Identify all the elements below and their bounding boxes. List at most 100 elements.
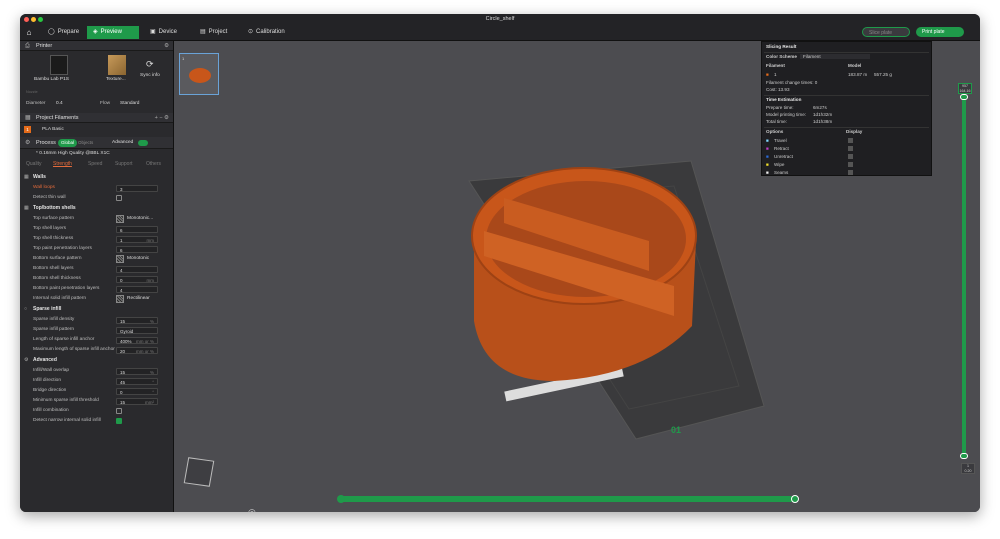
tab-strength[interactable]: Strength bbox=[53, 159, 72, 169]
infill-combination-checkbox[interactable] bbox=[116, 408, 122, 414]
shell-3-input[interactable]: 6 bbox=[116, 246, 158, 253]
shell-6-input[interactable]: 0 mm bbox=[116, 276, 158, 283]
infill-2-input[interactable]: 400% mm or % bbox=[116, 337, 158, 344]
move-slider-end-handle[interactable] bbox=[791, 495, 799, 503]
option-row: ■ Wipe bbox=[762, 161, 933, 169]
detect-narrow-checkbox[interactable] bbox=[116, 418, 122, 424]
option-display-checkbox[interactable] bbox=[848, 138, 853, 143]
sync-icon[interactable]: ⟳ bbox=[146, 59, 154, 70]
maximize-window-button[interactable] bbox=[38, 17, 43, 22]
shell-5-input[interactable]: 4 bbox=[116, 266, 158, 273]
shell-4-select[interactable]: Monotonic bbox=[127, 254, 149, 264]
thin-wall-checkbox[interactable] bbox=[116, 195, 122, 201]
filaments-section-header[interactable]: ▦ Project Filaments + − ⚙ bbox=[20, 113, 173, 123]
diameter-select[interactable]: 0.4 bbox=[56, 99, 63, 109]
filaments-section-title: Project Filaments bbox=[36, 115, 79, 121]
shell-0-row: Top surface pattern Monotonic... bbox=[20, 214, 173, 224]
shell-5-label: Bottom shell layers bbox=[33, 266, 74, 271]
detect-narrow-row: Detect narrow internal solid infill bbox=[20, 416, 173, 426]
advanced-1-input[interactable]: 45 ° bbox=[116, 378, 158, 385]
settings-sidebar: ⎙ Printer ⚙ Bambu Lab P1S Texture... ⟳ Syn… bbox=[20, 41, 174, 512]
texture-plate-image[interactable] bbox=[108, 55, 126, 75]
infill-0-input[interactable]: 15% bbox=[116, 317, 158, 324]
filament-index-badge: 1 bbox=[24, 126, 31, 133]
shell-2-input[interactable]: 1 mm bbox=[116, 236, 158, 243]
objects-toggle[interactable]: Objects bbox=[78, 137, 93, 149]
printer-card: Bambu Lab P1S Texture... ⟳ Sync info Noz… bbox=[20, 51, 173, 99]
close-window-button[interactable] bbox=[24, 17, 29, 22]
layer-slider[interactable] bbox=[960, 94, 968, 459]
advanced-3-input[interactable]: 15 mm² bbox=[116, 398, 158, 405]
option-color-icon: ■ bbox=[766, 154, 769, 159]
print-plate-button[interactable]: Print plate bbox=[916, 27, 964, 37]
tab-calibration[interactable]: ⊙ Calibration bbox=[242, 26, 291, 39]
process-preset-row[interactable]: * 0.16mm High Quality @BBL X1C bbox=[20, 149, 173, 159]
filament-name[interactable]: PLA Basic bbox=[42, 123, 64, 137]
color-scheme-select[interactable]: Filament bbox=[800, 54, 870, 59]
infill-3-input[interactable]: 20 mm or % bbox=[116, 347, 158, 354]
sync-info-button[interactable]: Sync info bbox=[140, 73, 160, 78]
shell-7-input[interactable]: 4 bbox=[116, 286, 158, 293]
infill-1-input[interactable]: Gyroid bbox=[116, 327, 158, 334]
layer-slider-top-handle[interactable] bbox=[960, 94, 968, 100]
tab-quality[interactable]: Quality bbox=[26, 159, 42, 169]
advanced-2-unit: ° bbox=[152, 390, 154, 395]
calibration-icon: ⊙ bbox=[248, 29, 254, 35]
option-display-checkbox[interactable] bbox=[848, 162, 853, 167]
filament-column-header: Filament bbox=[766, 63, 785, 68]
tab-project[interactable]: ▤ Project bbox=[194, 26, 233, 39]
advanced-2-label: Bridge direction bbox=[33, 388, 67, 393]
tab-others[interactable]: Others bbox=[146, 159, 161, 169]
advanced-3-row: Minimum sparse infill threshold 15 mm² bbox=[20, 396, 173, 406]
shell-8-select[interactable]: Rectilinear bbox=[127, 294, 150, 304]
filament-actions-icon[interactable]: + − ⚙ bbox=[155, 113, 169, 123]
view-cube[interactable] bbox=[183, 457, 215, 487]
wall-loops-input[interactable]: 3 bbox=[116, 185, 158, 192]
option-display-checkbox[interactable] bbox=[848, 146, 853, 151]
infill-3-value: 20 bbox=[120, 349, 126, 354]
process-preset-select[interactable]: * 0.16mm High Quality @BBL X1C bbox=[36, 149, 110, 159]
option-display-checkbox[interactable] bbox=[848, 154, 853, 159]
tab-support[interactable]: Support bbox=[115, 159, 133, 169]
tab-prepare[interactable]: ◯ Prepare bbox=[42, 26, 85, 39]
flow-select[interactable]: Standard bbox=[120, 99, 139, 109]
option-display-checkbox[interactable] bbox=[848, 170, 853, 175]
shell-1-input[interactable]: 6 bbox=[116, 226, 158, 233]
slice-plate-button[interactable]: Slice plate bbox=[862, 27, 910, 37]
tab-speed[interactable]: Speed bbox=[88, 159, 102, 169]
global-toggle[interactable]: Global bbox=[58, 139, 78, 147]
settings-gear-icon[interactable]: ⚙ bbox=[164, 41, 169, 51]
printer-section-header[interactable]: ⎙ Printer ⚙ bbox=[20, 41, 173, 51]
tab-calibration-label: Calibration bbox=[256, 29, 285, 35]
filament-change-times: Filament change times: 0 bbox=[766, 80, 818, 85]
shell-2-value: 1 bbox=[120, 238, 123, 243]
shell-0-select[interactable]: Monotonic... bbox=[127, 214, 153, 224]
infill-0-row: Sparse infill density 15% bbox=[20, 315, 173, 325]
infill-group-title: ○ Sparse infill bbox=[20, 304, 173, 315]
walls-icon: ▦ bbox=[24, 174, 29, 180]
infill-3-label: Maximum length of sparse infill anchor bbox=[33, 347, 115, 352]
prepare-time-value: 6m27s bbox=[813, 105, 827, 110]
advanced-0-input[interactable]: 15% bbox=[116, 368, 158, 375]
plate-type-label[interactable]: Texture... bbox=[106, 77, 126, 82]
printer-image[interactable] bbox=[50, 55, 68, 75]
advanced-1-value: 45 bbox=[120, 380, 126, 385]
tab-device[interactable]: ▣ Device bbox=[144, 26, 183, 39]
minimize-window-button[interactable] bbox=[31, 17, 36, 22]
3d-viewport[interactable]: 1 01 Slicing Result Color Scheme Filamen… bbox=[174, 41, 980, 512]
shell-7-label: Bottom paint penetration layers bbox=[33, 286, 100, 291]
advanced-2-input[interactable]: 0 ° bbox=[116, 388, 158, 395]
prepare-time-label: Prepare time: bbox=[766, 105, 794, 110]
move-slider-start-handle[interactable] bbox=[337, 495, 345, 503]
filament-row[interactable]: 1 PLA Basic bbox=[20, 123, 173, 137]
tab-preview[interactable]: ◈ Preview bbox=[87, 26, 139, 39]
process-section-header: ⚙ Process Global Objects Advanced bbox=[20, 137, 173, 149]
home-icon[interactable]: ⌂ bbox=[23, 26, 35, 39]
move-slider[interactable] bbox=[337, 495, 799, 503]
infill-0-label: Sparse infill density bbox=[33, 317, 75, 322]
layer-slider-bottom-handle[interactable] bbox=[960, 453, 968, 459]
prepare-icon: ◯ bbox=[48, 29, 55, 35]
printer-name[interactable]: Bambu Lab P1S bbox=[34, 77, 69, 82]
advanced-switch[interactable] bbox=[138, 140, 148, 146]
view-toggle-icon[interactable]: ◎ bbox=[248, 507, 256, 512]
